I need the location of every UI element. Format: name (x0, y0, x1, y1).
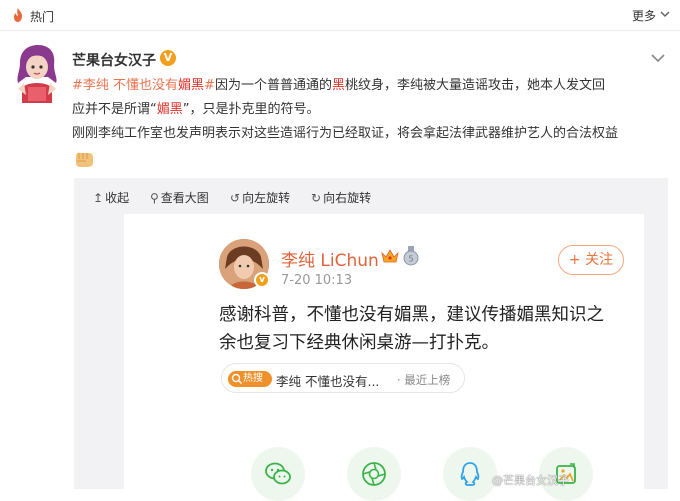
follow-button: + 关注 (558, 245, 624, 275)
avatar[interactable] (14, 43, 60, 103)
hot-search-pill: 热搜 李纯 不懂也没有... · 最近上榜 (221, 363, 465, 393)
moments-icon (362, 462, 386, 486)
hashtag-link[interactable]: #李纯 不懂也没有媚黑# (72, 78, 215, 93)
more-link[interactable]: 更多 (632, 7, 656, 24)
image-toolbar: ↥ 收起 ⚲ 查看大图 ↺ 向左旋转 ↻ 向右旋转 (74, 178, 668, 214)
watermark: @芒果台女汉子 (492, 474, 569, 487)
medal-icon: 5 (403, 246, 419, 266)
post-time: 7-20 10:13 (281, 273, 353, 288)
crown-icon (381, 249, 399, 263)
post-text: #李纯 不懂也没有媚黑#因为一个普普通通的黑桃纹身，李纯被大量造谣攻击，她本人发… (72, 78, 619, 141)
hot-label: 热门 (30, 10, 55, 24)
qq-icon (460, 462, 480, 486)
hot-search-text: 李纯 不懂也没有... (276, 374, 380, 389)
image-panel: ↥ 收起 ⚲ 查看大图 ↺ 向左旋转 ↻ 向右旋转 v 李纯 LiChun 5 … (74, 178, 668, 501)
svg-text:5: 5 (408, 255, 413, 264)
rotate-left-button[interactable]: ↺ 向左旋转 (230, 189, 290, 206)
screenshot-username: 李纯 LiChun (281, 251, 379, 271)
fist-emoji-icon (76, 152, 93, 167)
screenshot-image[interactable]: v 李纯 LiChun 5 7-20 10:13 + 关注 感谢科普，不懂也没有… (124, 214, 644, 501)
chevron-down-icon[interactable] (651, 53, 665, 63)
feed-header: 热门 更多 (0, 0, 680, 31)
search-icon (231, 373, 242, 384)
search-icon: ⚲ (150, 190, 159, 205)
collapse-button[interactable]: ↥ 收起 (93, 189, 129, 206)
chevron-down-icon[interactable] (660, 9, 670, 19)
hot-search-badge: 热搜 (228, 371, 272, 387)
rotate-right-icon: ↻ (311, 190, 322, 205)
moments-share (347, 447, 401, 501)
wechat-share (251, 447, 305, 501)
rotate-left-icon: ↺ (230, 190, 241, 205)
verified-badge: v (254, 272, 270, 288)
verified-badge: V (160, 50, 176, 66)
hot-search-meta: · 最近上榜 (397, 373, 451, 387)
fire-icon (14, 8, 22, 22)
username[interactable]: 芒果台女汉子 (72, 50, 156, 70)
screenshot-text: 感谢科普，不懂也没有媚黑，建议传播媚黑知识之 余也复习下经典休闲桌游—打扑克。 (219, 305, 604, 353)
qq-share (443, 447, 497, 501)
collapse-icon: ↥ (93, 190, 104, 205)
view-large-button[interactable]: ⚲ 查看大图 (150, 189, 209, 206)
wechat-icon (265, 462, 291, 485)
rotate-right-button[interactable]: ↻ 向右旋转 (311, 189, 371, 206)
